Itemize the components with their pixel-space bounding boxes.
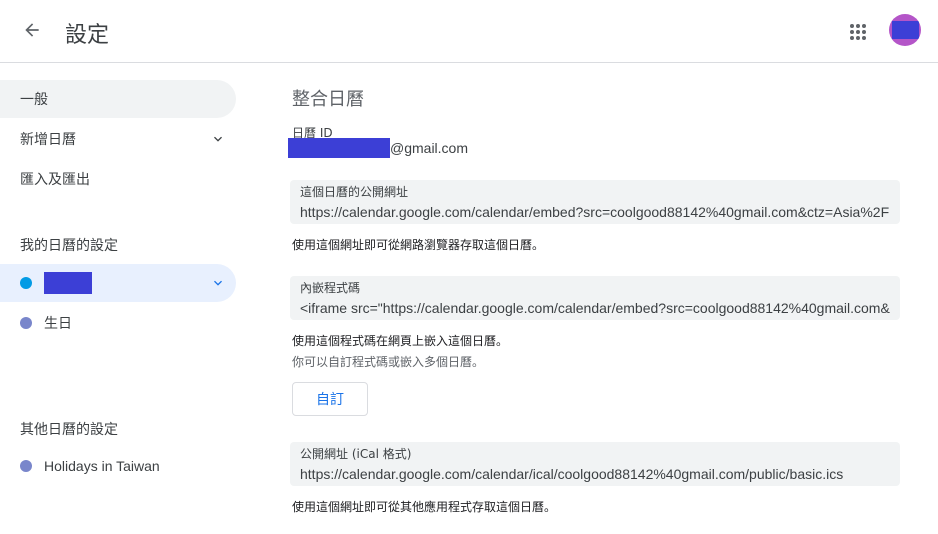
customize-button[interactable]: 自訂 [292, 382, 368, 416]
sidebar-item-label: 匯入及匯出 [20, 172, 90, 188]
public-url-value[interactable]: https://calendar.google.com/calendar/emb… [300, 202, 890, 222]
embed-code-label: 內嵌程式碼 [300, 281, 361, 295]
sidebar-item-label: Holidays in Taiwan [44, 458, 160, 474]
back-button[interactable] [16, 14, 48, 46]
apps-button[interactable] [842, 16, 874, 48]
top-bar: 設定 [0, 0, 938, 63]
account-avatar[interactable] [889, 14, 921, 46]
apps-grid-icon [850, 24, 866, 40]
page-title: 設定 [65, 23, 110, 48]
redacted-block [288, 138, 390, 158]
sidebar-item-label: 一般 [20, 92, 48, 108]
sidebar-item-my-calendar[interactable] [0, 264, 236, 302]
sidebar-item-import-export[interactable]: 匯入及匯出 [0, 160, 236, 198]
calendar-color-dot [20, 317, 32, 329]
public-url-helper: 使用這個網址即可從網路瀏覽器存取這個日曆。 [292, 238, 545, 252]
public-url-label: 這個日曆的公開網址 [300, 185, 409, 199]
redacted-block [44, 272, 92, 294]
sidebar-item-general[interactable]: 一般 [0, 80, 236, 118]
ical-url-field[interactable]: 公開網址 (iCal 格式) https://calendar.google.c… [290, 442, 900, 486]
my-calendars-heading: 我的日曆的設定 [20, 238, 118, 254]
calendar-id-value: @gmail.com [288, 137, 468, 159]
settings-sidebar: 一般 新增日曆 匯入及匯出 我的日曆的設定 生日 其他日曆的設定 Holiday… [0, 63, 250, 534]
chevron-down-icon [214, 280, 222, 286]
ical-url-label: 公開網址 (iCal 格式) [300, 447, 412, 461]
calendar-color-dot [20, 460, 32, 472]
embed-code-helper-2: 你可以自訂程式碼或嵌入多個日曆。 [292, 355, 485, 369]
sidebar-item-holidays-taiwan[interactable]: Holidays in Taiwan [0, 447, 236, 485]
sidebar-item-add-calendar[interactable]: 新增日曆 [0, 120, 236, 158]
embed-code-field[interactable]: 內嵌程式碼 <iframe src="https://calendar.goog… [290, 276, 900, 320]
calendar-color-dot [20, 277, 32, 289]
calendar-id-suffix: @gmail.com [390, 140, 469, 156]
public-url-field[interactable]: 這個日曆的公開網址 https://calendar.google.com/ca… [290, 180, 900, 224]
ical-url-value[interactable]: https://calendar.google.com/calendar/ica… [300, 464, 890, 484]
sidebar-item-label: 生日 [44, 316, 72, 332]
embed-code-value[interactable]: <iframe src="https://calendar.google.com… [300, 298, 890, 318]
chevron-down-icon [214, 136, 222, 142]
section-title: 整合日曆 [292, 89, 364, 110]
ical-url-helper: 使用這個網址即可從其他應用程式存取這個日曆。 [292, 500, 557, 514]
sidebar-item-label: 新增日曆 [20, 132, 76, 148]
other-calendars-heading: 其他日曆的設定 [20, 422, 118, 438]
embed-code-helper: 使用這個程式碼在網頁上嵌入這個日曆。 [292, 334, 509, 348]
sidebar-item-birthdays[interactable]: 生日 [0, 304, 236, 342]
arrow-back-icon [25, 23, 39, 37]
redacted-block [892, 21, 919, 39]
